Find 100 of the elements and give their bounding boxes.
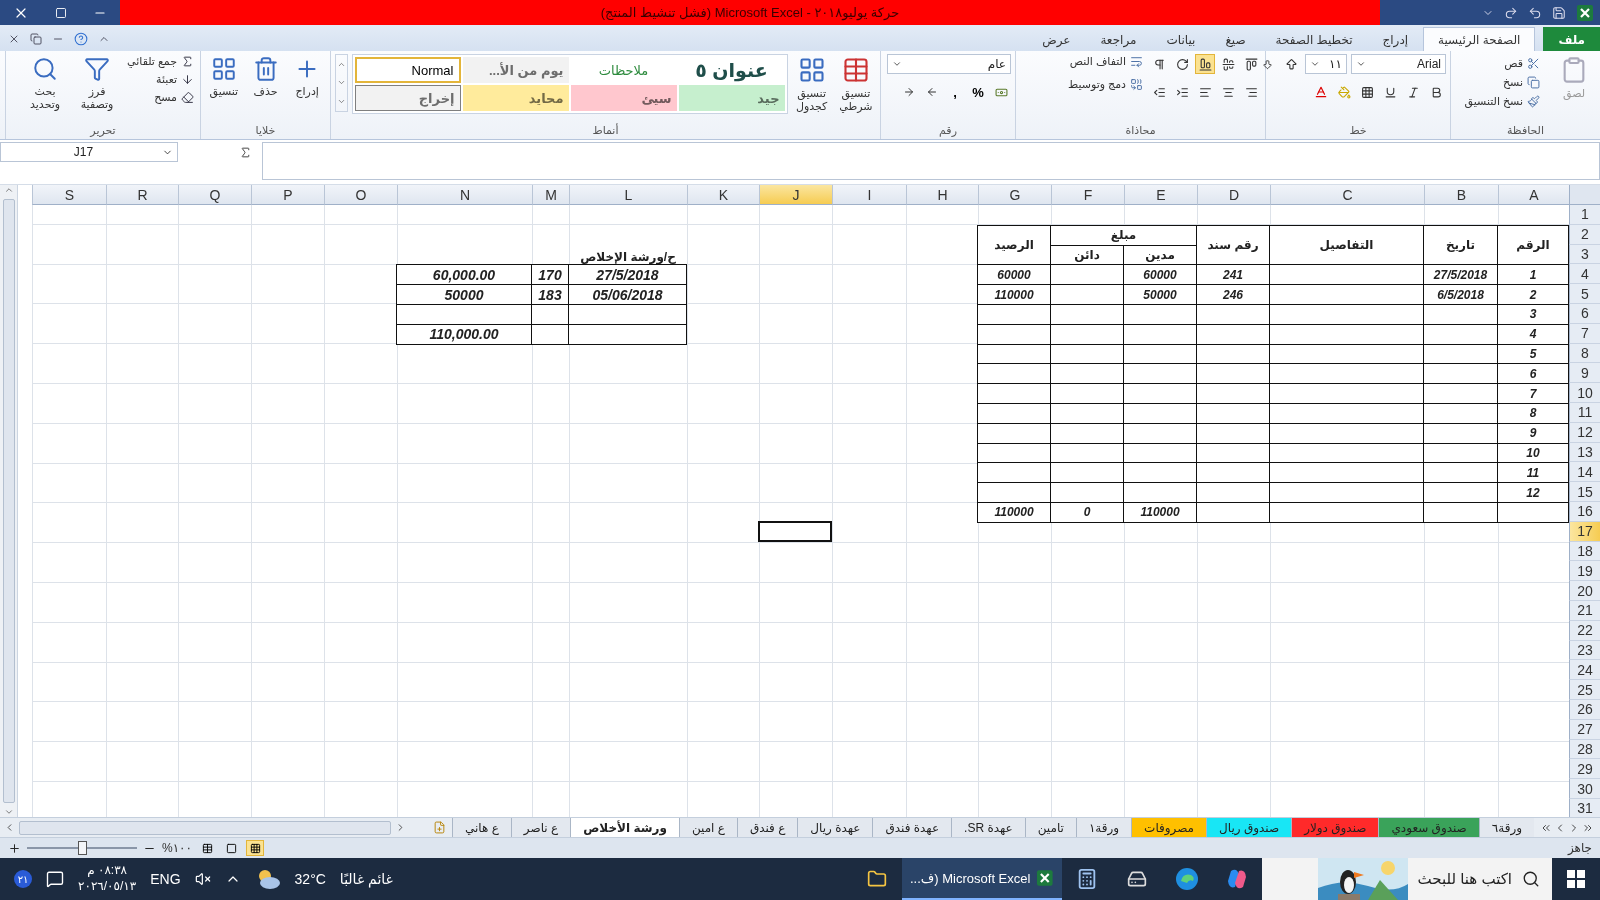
row-header[interactable]: 3 [1569, 244, 1600, 265]
number-format-button[interactable]: % [968, 82, 988, 102]
editing-button[interactable]: بحث وتحديد [21, 54, 70, 113]
row-header[interactable]: 16 [1569, 501, 1600, 522]
merge-center-button[interactable]: دمج وتوسيط [1066, 77, 1145, 92]
ribbon-tab[interactable]: صيغ [1210, 27, 1261, 51]
row-header[interactable]: 10 [1569, 383, 1600, 403]
redo-icon[interactable] [1504, 5, 1518, 20]
row-header[interactable]: 7 [1569, 323, 1600, 344]
name-box[interactable]: J17 [0, 142, 178, 162]
column-header[interactable]: M [532, 185, 569, 205]
restore-icon[interactable] [55, 6, 67, 19]
row-header[interactable]: 15 [1569, 482, 1600, 502]
row-header[interactable]: 5 [1569, 284, 1600, 304]
sheet-tab[interactable]: صندوق سعودي [1378, 818, 1479, 837]
row-header[interactable]: 26 [1569, 699, 1600, 720]
row-header[interactable]: 25 [1569, 680, 1600, 700]
column-header[interactable]: C [1270, 185, 1424, 205]
selected-cell[interactable] [758, 520, 832, 542]
column-header[interactable]: P [251, 185, 324, 205]
clipboard-button[interactable]: قص [1462, 56, 1542, 71]
ribbon-tab[interactable]: بيانات [1151, 27, 1211, 51]
row-header[interactable]: 21 [1569, 600, 1600, 621]
row-header[interactable]: 2 [1569, 224, 1600, 245]
close-icon[interactable] [8, 33, 20, 45]
row-header[interactable]: 1 [1569, 205, 1600, 225]
cell-style-option[interactable]: محايد [462, 85, 569, 111]
cell-style-option[interactable]: يوم من الأ... [462, 57, 569, 83]
ribbon-tab[interactable]: ملف [1543, 27, 1600, 51]
column-header[interactable]: B [1424, 185, 1498, 205]
function-icon[interactable] [239, 145, 252, 159]
row-header[interactable]: 29 [1569, 759, 1600, 780]
sheet-tab[interactable]: عهدة فندق [872, 818, 952, 837]
spreadsheet-logo-icon[interactable] [1036, 868, 1054, 888]
row-header[interactable]: 28 [1569, 739, 1600, 760]
sheet-tab[interactable]: عهدة SR. [951, 818, 1025, 837]
cell-style-option[interactable]: Normal [354, 57, 461, 83]
sheet-tab[interactable]: ورقة١ [1075, 818, 1132, 837]
sheet-tab[interactable]: صندوق ريال [1206, 818, 1292, 837]
help-icon[interactable] [74, 32, 88, 46]
cells-button[interactable]: حذف [246, 54, 285, 100]
ribbon-tab[interactable]: عرض [1027, 27, 1086, 51]
clock[interactable]: ٠٨:٣٨ م ٢٠٢٦/٠٥/١٣ [78, 863, 137, 895]
column-header[interactable]: D [1197, 185, 1270, 205]
cells-button[interactable]: إدراج [288, 54, 326, 100]
row-header[interactable]: 22 [1569, 620, 1600, 641]
row-header[interactable]: 23 [1569, 640, 1600, 661]
row-header[interactable]: 31 [1569, 798, 1600, 819]
search-field[interactable]: اكتب هنا للبحث [1262, 858, 1552, 900]
zoom-slider-thumb[interactable] [78, 841, 87, 855]
input-language[interactable]: ENG [150, 871, 181, 887]
row-header[interactable]: 14 [1569, 462, 1600, 483]
column-header[interactable]: E [1124, 185, 1197, 205]
row-header[interactable]: 12 [1569, 422, 1600, 443]
zoom-in-icon[interactable] [8, 841, 21, 855]
temperature[interactable]: 32°C [294, 871, 326, 887]
cell-style-option[interactable]: إخراج [354, 85, 461, 111]
sheet-tab[interactable]: ع فندق [736, 818, 798, 837]
scrollbar-thumb[interactable] [2, 199, 15, 803]
column-header[interactable]: N [397, 185, 532, 205]
cell-style-option[interactable]: سيئ [570, 85, 677, 111]
conditional-format-button[interactable]: تنسيق شرطي [835, 54, 876, 115]
ribbon-tab[interactable]: مراجعة [1085, 27, 1152, 51]
editing-button[interactable]: جمع تلقائي [125, 54, 196, 69]
column-header[interactable]: A [1498, 185, 1569, 205]
vertical-align-icon[interactable] [1195, 54, 1215, 74]
number-format-button[interactable]: , [945, 82, 965, 102]
column-header[interactable]: Q [178, 185, 251, 205]
spreadsheet-logo-icon[interactable] [1576, 3, 1594, 22]
undo-icon[interactable] [1528, 5, 1542, 20]
cells-button[interactable]: تنسيق [205, 54, 243, 100]
wrap-text-button[interactable]: التفاف النص [1066, 54, 1145, 69]
scrollbar-thumb[interactable] [19, 820, 391, 835]
row-header[interactable]: 4 [1569, 264, 1600, 285]
ribbon-tab[interactable]: تخطيط الصفحة [1260, 27, 1368, 51]
row-header[interactable]: 8 [1569, 343, 1600, 364]
editing-button[interactable]: مسح [125, 90, 196, 105]
font-size-field[interactable]: ١١ [1305, 54, 1347, 74]
column-header[interactable]: G [978, 185, 1051, 205]
row-header[interactable]: 30 [1569, 779, 1600, 799]
font-name-field[interactable]: Arial [1351, 54, 1446, 74]
sheet-tab[interactable]: ع امين [678, 818, 737, 837]
column-header[interactable]: S [32, 185, 106, 205]
sheet-tab[interactable]: ع هاني [452, 818, 511, 837]
row-header[interactable]: 6 [1569, 304, 1600, 324]
row-header[interactable]: 11 [1569, 402, 1600, 423]
ribbon-tab[interactable]: إدراج [1367, 27, 1424, 51]
format-table-button[interactable]: تنسيق كجدول [791, 54, 832, 115]
taskbar-app-button[interactable]: Microsoft Excel (ف... [902, 858, 1062, 900]
editing-button[interactable]: تعبئة [125, 72, 196, 87]
sheet-tab[interactable]: ورقة٦ [1478, 818, 1534, 837]
row-header[interactable]: 17 [1569, 521, 1600, 542]
row-header[interactable]: 20 [1569, 581, 1600, 601]
column-header[interactable]: L [569, 185, 687, 205]
column-header[interactable]: I [832, 185, 906, 205]
new-sheet-icon[interactable] [433, 821, 446, 834]
sheet-tab[interactable]: صندوق دولار [1291, 818, 1379, 837]
row-header[interactable]: 9 [1569, 363, 1600, 384]
column-header[interactable]: K [687, 185, 759, 205]
number-format-field[interactable]: عام [887, 54, 1011, 74]
